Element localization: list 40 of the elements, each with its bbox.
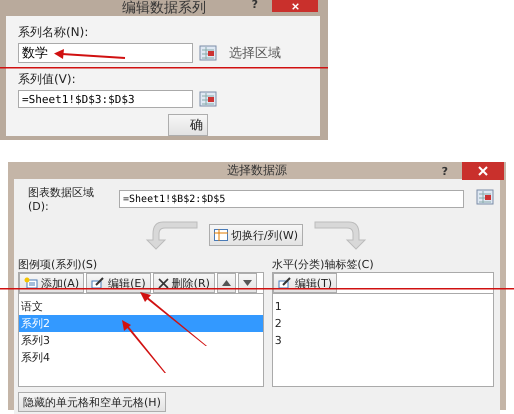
field-label: 系列名称(N): xyxy=(18,24,90,41)
axis-label-item[interactable]: 2 xyxy=(272,315,493,332)
range-select-icon[interactable] xyxy=(199,91,217,107)
close-icon[interactable] xyxy=(292,2,298,10)
table-icon xyxy=(214,229,228,241)
close-icon[interactable] xyxy=(478,166,488,176)
hint-text: 选择区域 xyxy=(229,45,281,62)
hidden-cells-button[interactable]: 隐藏的单元格和空单元格(H) xyxy=(18,392,166,412)
range-select-icon[interactable] xyxy=(476,189,494,205)
close-button[interactable] xyxy=(462,162,504,180)
help-button[interactable]: ? xyxy=(442,165,448,178)
series-list-item[interactable]: 系列3 xyxy=(19,332,263,349)
data-range-field[interactable]: =Sheet1!$B$2:$D$5 xyxy=(119,190,464,208)
axis-label-item[interactable]: 3 xyxy=(272,332,493,349)
close-button[interactable] xyxy=(272,0,318,12)
series-list-item[interactable]: 语文 xyxy=(19,298,263,315)
move-up-icon xyxy=(222,280,231,286)
field-label: 图表数据区域(D): xyxy=(28,185,95,213)
add-button[interactable]: 添加(A) xyxy=(19,273,84,293)
ok-button[interactable]: 确 xyxy=(168,114,208,136)
field-label: 系列值(V): xyxy=(18,71,77,88)
dialog-title: 选择数据源 xyxy=(227,162,287,179)
axis-label-item[interactable]: 1 xyxy=(272,298,493,315)
delete-x-icon xyxy=(158,278,169,288)
section-label: 水平(分类)轴标签(C) xyxy=(272,257,375,272)
edit-button[interactable]: 编辑(E) xyxy=(86,273,151,293)
section-label: 图例项(系列)(S) xyxy=(18,257,98,272)
move-down-button[interactable] xyxy=(238,273,257,293)
move-up-button[interactable] xyxy=(216,273,236,293)
edit-button[interactable]: 编辑(T) xyxy=(272,273,338,293)
series-values-field[interactable]: =Sheet1!$D$3:$D$3 xyxy=(18,90,193,108)
help-button[interactable]: ? xyxy=(252,0,258,11)
delete-button[interactable]: 删除(R) xyxy=(152,273,215,293)
series-name-field[interactable]: 数学 xyxy=(18,43,193,63)
dialog-title: 编辑数据系列 xyxy=(122,0,206,16)
series-list-item[interactable]: 系列4 xyxy=(19,349,263,366)
annotation-arrow xyxy=(54,49,126,59)
range-select-icon[interactable] xyxy=(199,45,217,61)
switch-row-column-button[interactable]: 切换行/列(W) xyxy=(208,224,304,246)
move-down-icon xyxy=(242,280,252,286)
